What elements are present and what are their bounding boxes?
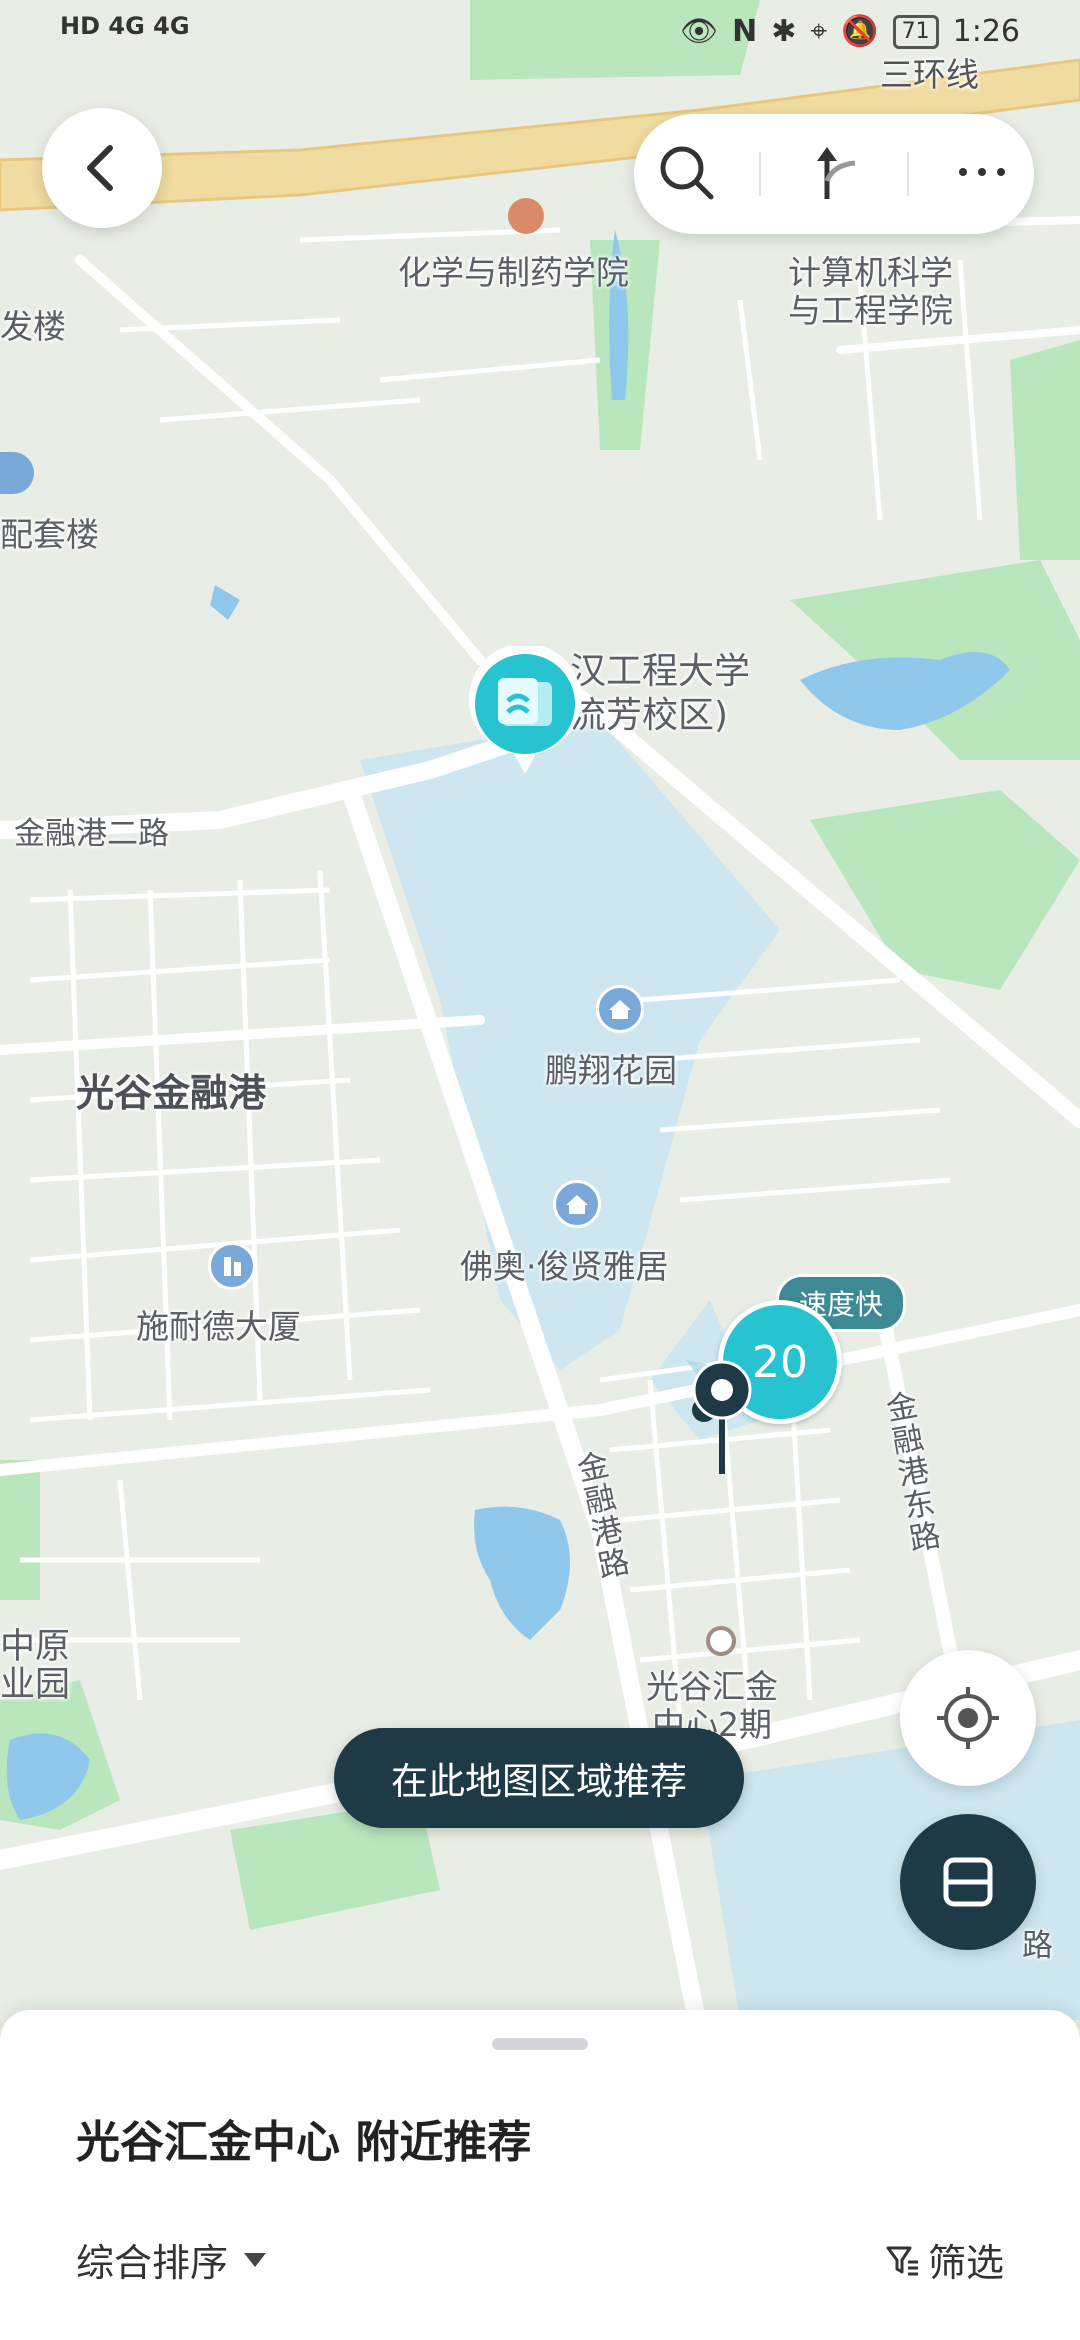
locate-button[interactable] [900,1650,1036,1786]
route-icon [817,147,856,199]
label-pengxiang-garden: 鹏翔花园 [545,1051,677,1090]
office-poi-icon[interactable] [208,1242,256,1290]
sheet-title: 光谷汇金中心 附近推荐 [76,2117,532,2168]
sort-label: 综合排序 [76,2241,229,2285]
location-icon: ⌖ [810,14,828,49]
tool-separator [907,152,909,196]
current-location-pin-icon [686,1360,758,1480]
filter-label: 筛选 [927,2241,1004,2285]
building-marker[interactable] [468,643,582,776]
network-indicator: HD 4G 4G [60,12,190,40]
label-fa-lou: 发楼 [0,307,66,346]
home-poi-icon[interactable] [553,1180,601,1228]
location-dot-icon [706,1626,736,1656]
scan-icon [943,1857,993,1907]
search-button[interactable] [655,141,717,207]
label-jinronggang-2-road: 金融港二路 [14,816,169,852]
sort-dropdown[interactable]: 综合排序 [76,2232,268,2287]
nfc-icon: N [732,14,758,49]
sheet-handle[interactable] [492,2038,588,2050]
label-university: 汉工程大学 流芳校区) [570,651,751,736]
clock: 1:26 [952,14,1020,49]
route-button[interactable] [803,141,865,207]
battery-indicator: 71 [892,14,939,49]
filter-button[interactable]: 筛选 [884,2232,1004,2287]
label-road-fragment: 路 [1022,1928,1053,1964]
cluster-count: 20 [752,1336,808,1388]
map-canvas[interactable] [0,0,1080,2340]
label-foao-residence: 佛奥·俊贤雅居 [460,1247,669,1286]
status-bar: HD 4G 4G 👁 N ✱ ⌖ 🔕 71 1:26 [0,0,1080,70]
school-poi-icon[interactable] [508,198,544,234]
more-icon [959,168,1005,176]
bottom-sheet: 光谷汇金中心 附近推荐 综合排序 筛选 [0,2010,1080,2340]
back-button[interactable] [42,108,162,228]
mute-bell-icon: 🔕 [841,14,879,49]
label-cs-school: 计算机科学 与工程学院 [788,253,953,330]
chevron-left-icon [87,145,113,191]
dropdown-triangle-icon [244,2252,267,2267]
label-peitao-lou: 配套楼 [0,515,99,554]
bluetooth-icon: ✱ [771,14,797,49]
filter-icon [886,2246,918,2275]
tool-separator [759,152,761,196]
locate-icon [937,1687,999,1749]
label-chem-school: 化学与制药学院 [398,253,629,292]
recommend-in-area-button[interactable]: 在此地图区域推荐 [334,1728,744,1828]
label-guanggu-jinronggang: 光谷金融港 [76,1071,267,1115]
eye-icon: 👁 [680,14,719,49]
search-icon [660,146,714,200]
scan-button[interactable] [900,1814,1036,1950]
label-schneider-building: 施耐德大厦 [136,1307,301,1346]
map-tools-bar [634,114,1034,234]
home-poi-icon[interactable] [596,985,644,1033]
more-button[interactable] [951,141,1013,207]
label-zhongyuan-park: 中原 业园 [0,1627,71,1705]
